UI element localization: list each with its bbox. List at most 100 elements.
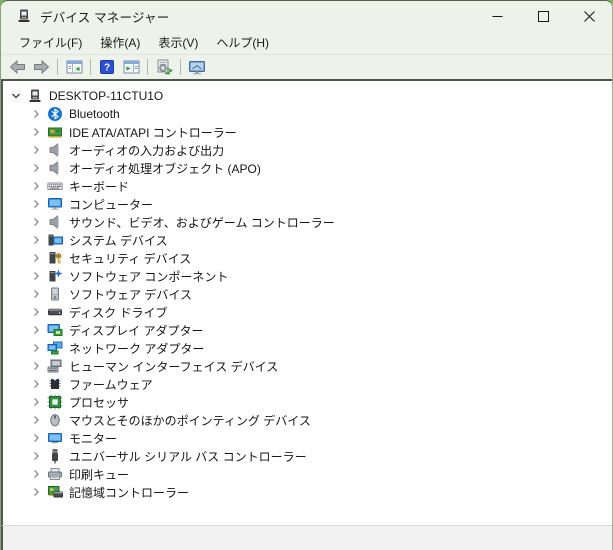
close-button[interactable] [566,1,612,31]
tree-item-monitors[interactable]: モニター [3,429,612,447]
device-manager-window: デバイス マネージャー ファイル(F) 操作(A) 表示(V) ヘルプ(H) ? DE… [0,0,613,550]
audio-endpoint-icon [47,214,63,230]
chevron-right-icon[interactable] [29,323,43,337]
tree-item-audio-processing-objects[interactable]: オーディオ処理オブジェクト (APO) [3,159,612,177]
chevron-right-icon[interactable] [29,125,43,139]
chevron-right-icon[interactable] [29,233,43,247]
tree-item-software-devices[interactable]: ソフトウェア デバイス [3,285,612,303]
toolbar-separator [57,59,58,75]
tree-item-desktop-11ctu1o[interactable]: DESKTOP-11CTU1O [3,87,612,105]
tree-item-mice-pointing-devices[interactable]: マウスとそのほかのポインティング デバイス [3,411,612,429]
menu-item-help[interactable]: ヘルプ(H) [207,31,278,54]
scan-hardware-icon [155,59,173,75]
chevron-right-icon[interactable] [29,143,43,157]
disk-drive-icon [47,304,63,320]
tree-item-label: ソフトウェア デバイス [69,287,192,302]
maximize-button[interactable] [520,1,566,31]
tree-item-label: ソフトウェア コンポーネント [69,269,229,284]
tree-item-keyboards[interactable]: キーボード [3,177,612,195]
tree-item-system-devices[interactable]: システム デバイス [3,231,612,249]
tree-item-label: コンピューター [69,197,154,212]
show-hide-action-pane-button[interactable] [119,56,143,78]
tree-item-display-adapters[interactable]: ディスプレイ アダプター [3,321,612,339]
maximize-icon [537,10,549,22]
title-bar: デバイス マネージャー [1,1,612,31]
tree-item-bluetooth[interactable]: Bluetooth [3,105,612,123]
menu-item-view[interactable]: 表示(V) [149,31,207,54]
software-component-icon [47,268,63,284]
chevron-right-icon[interactable] [29,395,43,409]
tree-item-ide-ata-atapi-controllers[interactable]: IDE ATA/ATAPI コントローラー [3,123,612,141]
scan-hardware-changes-button[interactable] [152,56,176,78]
chevron-right-icon[interactable] [29,431,43,445]
security-device-icon [47,250,63,266]
arrow-left-icon [9,60,26,74]
caption-buttons [474,1,612,31]
toolbar-separator [147,59,148,75]
chevron-right-icon[interactable] [29,215,43,229]
chevron-right-icon[interactable] [29,359,43,373]
keyboard-icon [47,178,63,194]
chevron-right-icon[interactable] [29,179,43,193]
chevron-down-icon[interactable] [9,89,23,103]
tree-item-print-queues[interactable]: 印刷キュー [3,465,612,483]
mouse-icon [47,412,63,428]
menu-item-action[interactable]: 操作(A) [91,31,149,54]
tree-item-label: ディスプレイ アダプター [69,323,204,338]
tree-item-label: Bluetooth [69,107,120,121]
processor-icon [47,394,63,410]
tree-item-human-interface-devices[interactable]: ヒューマン インターフェイス デバイス [3,357,612,375]
storage-controller-icon [47,484,63,500]
audio-endpoint-icon [47,160,63,176]
tree-item-label: DESKTOP-11CTU1O [49,89,164,103]
help-icon: ? [100,60,114,74]
toolbar-separator [180,59,181,75]
tree-item-label: キーボード [69,179,130,194]
software-device-icon [47,286,63,302]
tree-item-usb-controllers[interactable]: ユニバーサル シリアル バス コントローラー [3,447,612,465]
tree-item-sound-video-game[interactable]: サウンド、ビデオ、およびゲーム コントローラー [3,213,612,231]
chevron-right-icon[interactable] [29,107,43,121]
help-button[interactable]: ? [95,56,119,78]
tree-item-processors[interactable]: プロセッサ [3,393,612,411]
chevron-right-icon[interactable] [29,377,43,391]
forward-button[interactable] [29,56,53,78]
chevron-right-icon[interactable] [29,449,43,463]
chevron-right-icon[interactable] [29,305,43,319]
tree-item-security-devices[interactable]: セキュリティ デバイス [3,249,612,267]
display-adapter-icon [47,322,63,338]
chevron-right-icon[interactable] [29,251,43,265]
tree-item-storage-controllers[interactable]: 記憶域コントローラー [3,483,612,501]
chevron-right-icon[interactable] [29,287,43,301]
tree-item-label: IDE ATA/ATAPI コントローラー [69,125,237,140]
chevron-right-icon[interactable] [29,413,43,427]
chevron-right-icon[interactable] [29,485,43,499]
console-tree-icon [66,59,83,75]
tree-item-disk-drives[interactable]: ディスク ドライブ [3,303,612,321]
chevron-right-icon[interactable] [29,161,43,175]
audio-endpoint-icon [47,142,63,158]
menu-item-file[interactable]: ファイル(F) [10,31,91,54]
tree-item-label: 印刷キュー [69,467,130,482]
tree-item-computer[interactable]: コンピューター [3,195,612,213]
status-bar [1,525,612,550]
back-button[interactable] [5,56,29,78]
show-hide-console-tree-button[interactable] [62,56,86,78]
chevron-right-icon[interactable] [29,197,43,211]
tree-item-label: ヒューマン インターフェイス デバイス [69,359,279,374]
network-adapter-icon [47,340,63,356]
minimize-button[interactable] [474,1,520,31]
chevron-right-icon[interactable] [29,341,43,355]
tree-item-software-components[interactable]: ソフトウェア コンポーネント [3,267,612,285]
chevron-right-icon[interactable] [29,269,43,283]
monitor-icon [47,430,63,446]
remote-computer-button[interactable] [185,56,209,78]
tree-item-label: ディスク ドライブ [69,305,168,320]
tree-item-firmware[interactable]: ファームウェア [3,375,612,393]
tree-item-label: サウンド、ビデオ、およびゲーム コントローラー [69,215,335,230]
tree-item-network-adapters[interactable]: ネットワーク アダプター [3,339,612,357]
tree-item-audio-inputs-outputs[interactable]: オーディオの入力および出力 [3,141,612,159]
tree-item-label: セキュリティ デバイス [69,251,192,266]
tree-item-label: モニター [69,431,118,446]
chevron-right-icon[interactable] [29,467,43,481]
